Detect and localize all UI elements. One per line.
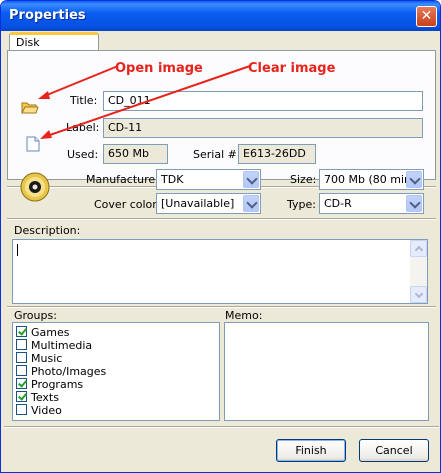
checkbox-checked[interactable] — [16, 326, 27, 337]
checkbox-checked[interactable] — [16, 391, 27, 402]
window-title: Properties — [9, 8, 86, 23]
title-bar[interactable]: Properties ✕ — [1, 1, 440, 31]
checkbox-unchecked[interactable] — [16, 404, 27, 415]
scroll-down-icon[interactable] — [410, 286, 427, 303]
cover-color-select[interactable]: [Unavailable] — [156, 193, 261, 214]
cover-color-label: Cover color: — [94, 198, 161, 211]
tab-disk-information[interactable]: Disk information — [9, 32, 99, 64]
close-button[interactable]: ✕ — [416, 6, 437, 27]
checkbox-unchecked[interactable] — [16, 352, 27, 363]
properties-dialog: Properties ✕ Disk information Title: — [0, 0, 441, 473]
text-caret — [17, 244, 18, 256]
clear-image-arrowhead — [40, 130, 52, 139]
disk-information-panel: Title: CD_011 Label: CD-11 Used: 650 Mb … — [7, 50, 436, 180]
groups-label: Groups: — [14, 309, 57, 322]
chevron-down-icon[interactable] — [243, 171, 259, 188]
open-image-arrow — [41, 65, 119, 98]
description-textarea[interactable] — [12, 239, 428, 304]
description-scrollbar[interactable] — [410, 240, 427, 303]
separator-middle — [7, 218, 436, 220]
checkbox-unchecked[interactable] — [16, 365, 27, 376]
size-value: 700 Mb (80 min) — [324, 173, 416, 186]
size-label: Size: — [290, 173, 317, 186]
cover-color-value: [Unavailable] — [161, 197, 235, 210]
separator-lower — [7, 306, 436, 308]
type-select[interactable]: CD-R — [319, 193, 424, 214]
type-label: Type: — [287, 198, 316, 211]
chevron-down-icon[interactable] — [243, 195, 259, 212]
clear-image-annotation: Clear image — [248, 61, 336, 76]
checkbox-unchecked[interactable] — [16, 339, 27, 350]
type-value: CD-R — [324, 197, 352, 210]
cd-disc-icon — [19, 171, 51, 203]
manufacturer-select[interactable]: TDK — [156, 169, 261, 190]
groups-list[interactable]: Games Multimedia Music Photo/Images Prog… — [12, 322, 220, 421]
separator-bottom — [4, 426, 439, 428]
open-image-arrowhead — [38, 91, 50, 99]
manufacturer-label: Manufacturer: — [86, 173, 164, 186]
cancel-button[interactable]: Cancel — [359, 439, 429, 462]
dialog-client-area: Disk information Title: CD_011 Label — [4, 31, 439, 471]
memo-textarea[interactable] — [224, 322, 429, 421]
manufacturer-value: TDK — [161, 173, 184, 186]
size-select[interactable]: 700 Mb (80 min) — [319, 169, 424, 190]
finish-button[interactable]: Finish — [276, 439, 346, 462]
checkbox-checked[interactable] — [16, 378, 27, 389]
scroll-up-icon[interactable] — [410, 240, 427, 257]
description-label: Description: — [14, 224, 81, 237]
chevron-down-icon[interactable] — [406, 171, 422, 188]
annotation-arrows — [38, 65, 251, 139]
clear-image-arrow — [43, 65, 251, 138]
chevron-down-icon[interactable] — [406, 195, 422, 212]
memo-label: Memo: — [225, 309, 263, 322]
open-image-annotation: Open image — [115, 61, 203, 76]
